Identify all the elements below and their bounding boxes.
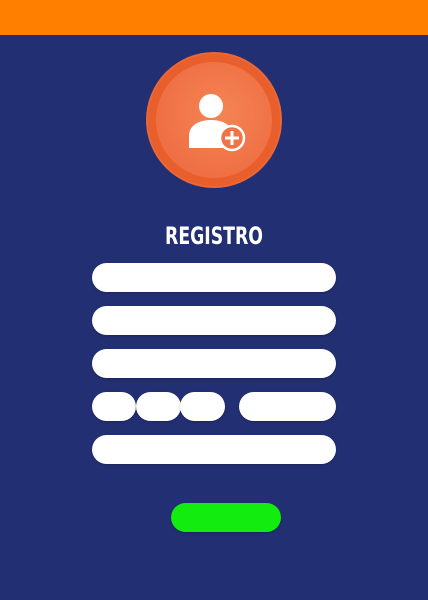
input-field-1[interactable]	[92, 263, 336, 292]
page-title: REGISTRO	[165, 222, 263, 250]
add-user-icon	[189, 94, 246, 152]
registration-screen: REGISTRO	[0, 0, 428, 600]
date-month-field[interactable]	[136, 392, 181, 421]
submit-button[interactable]	[171, 503, 281, 532]
extra-field[interactable]	[239, 392, 336, 421]
input-field-3[interactable]	[92, 349, 336, 378]
top-bar	[0, 0, 428, 35]
input-field-2[interactable]	[92, 306, 336, 335]
avatar-inner-circle	[156, 62, 272, 178]
date-year-field[interactable]	[180, 392, 225, 421]
date-day-field[interactable]	[92, 392, 136, 421]
input-field-5[interactable]	[92, 435, 336, 464]
avatar	[146, 52, 282, 188]
